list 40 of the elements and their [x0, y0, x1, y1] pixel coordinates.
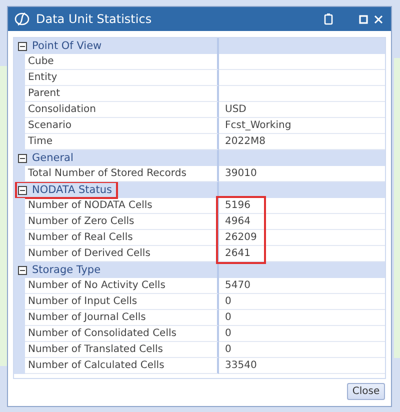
property-name: Cube — [25, 54, 219, 70]
property-name: Number of NODATA Cells — [25, 198, 219, 214]
group-label: NODATA Status — [32, 184, 112, 196]
property-value: Fcst_Working — [219, 118, 385, 134]
property-value: 26209 — [219, 230, 385, 246]
property-name: Number of Consolidated Cells — [25, 326, 219, 342]
property-value: 5470 — [219, 278, 385, 294]
group-label: Storage Type — [32, 264, 101, 276]
property-name: Entity — [25, 70, 219, 86]
property-value: 0 — [219, 326, 385, 342]
property-value: 0 — [219, 310, 385, 326]
property-name: Number of Calculated Cells — [25, 358, 219, 374]
property-value: 0 — [219, 342, 385, 358]
property-value: 4964 — [219, 214, 385, 230]
collapse-icon[interactable] — [18, 186, 27, 194]
property-name: Number of Zero Cells — [25, 214, 219, 230]
logo-icon — [14, 12, 30, 26]
group-label: Point Of View — [32, 40, 102, 52]
collapse-icon[interactable] — [18, 154, 27, 162]
property-name: Number of Real Cells — [25, 230, 219, 246]
property-value: 33540 — [219, 358, 385, 374]
property-value: USD — [219, 102, 385, 118]
highlight-frame — [216, 196, 266, 264]
collapse-icon[interactable] — [18, 266, 27, 274]
property-value: 0 — [219, 294, 385, 310]
property-name: Number of Translated Cells — [25, 342, 219, 358]
property-name: Number of Journal Cells — [25, 310, 219, 326]
close-icon[interactable] — [374, 14, 383, 24]
maximize-icon[interactable] — [359, 14, 368, 24]
clipboard-icon[interactable] — [324, 13, 333, 25]
collapse-icon[interactable] — [18, 42, 27, 50]
close-button[interactable]: Close — [347, 383, 385, 400]
property-name: Parent — [25, 86, 219, 102]
property-value: 5196 — [219, 198, 385, 214]
property-name: Number of Input Cells — [25, 294, 219, 310]
property-name: Scenario — [25, 118, 219, 134]
window-title: Data Unit Statistics — [36, 12, 153, 26]
property-name: Number of No Activity Cells — [25, 278, 219, 294]
group-label: General — [32, 152, 74, 164]
property-name: Consolidation — [25, 102, 219, 118]
